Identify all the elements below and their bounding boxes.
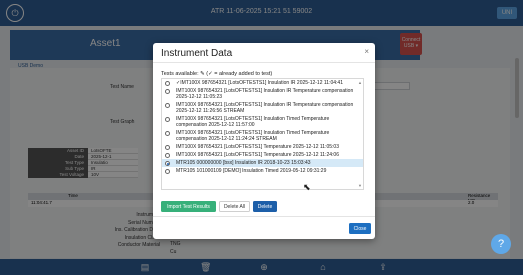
radio-button[interactable]	[165, 145, 170, 150]
dialog-header: Instrument Data ×	[153, 43, 375, 63]
list-item[interactable]: IMT100X 987654321 [LotsOFTESTS1] Tempera…	[162, 151, 363, 159]
list-item[interactable]: IMT100X 987654321 [LotsOFTESTS1] Insulat…	[162, 101, 363, 115]
radio-button[interactable]	[165, 103, 170, 108]
list-item[interactable]: MTR105 101000109 [DEMO] Insulation Timed…	[162, 167, 363, 175]
list-item-selected[interactable]: MTR105 000000000 [bsx] Insulation IR 201…	[162, 159, 363, 167]
scroll-down-icon[interactable]: ▼	[358, 183, 362, 188]
help-icon[interactable]: ?	[491, 234, 511, 254]
radio-button[interactable]	[165, 169, 170, 174]
dialog-title: Instrument Data	[161, 48, 233, 59]
radio-button[interactable]	[165, 131, 170, 136]
list-item[interactable]: IMT100X 987654321 [LotsOFTESTS1] Tempera…	[162, 143, 363, 151]
dialog-divider	[153, 216, 375, 217]
tests-available-label: Tests available: ✎ (✓ = already added to…	[161, 71, 273, 77]
close-icon[interactable]: ×	[364, 47, 369, 56]
radio-button[interactable]	[165, 117, 170, 122]
list-item[interactable]: IMT100X 987654321 [LotsOFTESTS1] Insulat…	[162, 129, 363, 143]
mouse-cursor-icon: ⬉	[303, 182, 311, 192]
import-test-results-button[interactable]: Import Test Results	[161, 201, 216, 212]
radio-button[interactable]	[165, 153, 170, 158]
scroll-up-icon[interactable]: ▲	[358, 80, 362, 85]
radio-button[interactable]	[165, 89, 170, 94]
page-scrollbar[interactable]	[515, 58, 519, 118]
list-item[interactable]: ✓IMT100X 987654321 [LotsOFTESTS1] Insula…	[162, 79, 363, 87]
radio-button-selected[interactable]	[165, 161, 170, 166]
delete-button[interactable]: Delete	[253, 201, 277, 212]
close-button[interactable]: Close	[349, 223, 371, 234]
list-item[interactable]: IMT100X 987654321 [LotsOFTESTS1] Insulat…	[162, 87, 363, 101]
instrument-data-dialog: Instrument Data × Tests available: ✎ (✓ …	[153, 43, 375, 239]
delete-all-button[interactable]: Delete All	[219, 201, 250, 212]
app-screen: ⏻ ATR 11-06-2025 15:21 51 59002 UNI Asse…	[0, 0, 523, 275]
radio-button[interactable]	[165, 81, 170, 86]
test-results-list[interactable]: ✓IMT100X 987654321 [LotsOFTESTS1] Insula…	[161, 78, 364, 190]
list-item[interactable]: IMT100X 987654321 [LotsOFTESTS1] Insulat…	[162, 115, 363, 129]
